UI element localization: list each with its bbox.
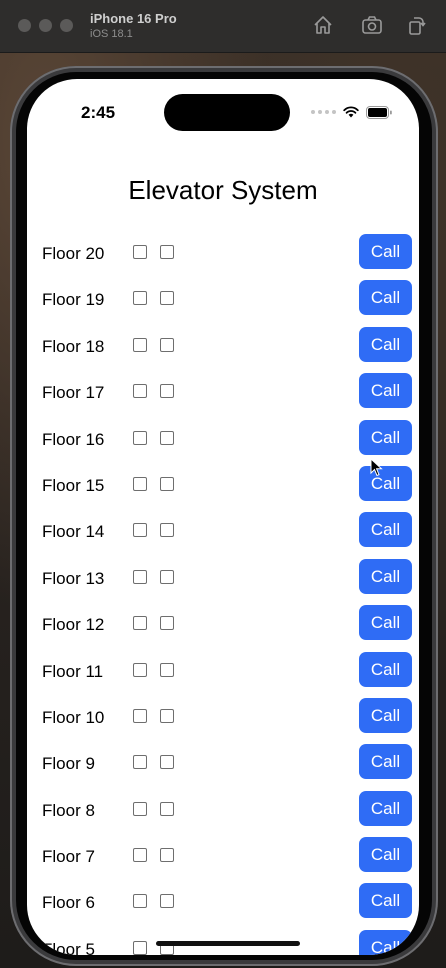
call-button[interactable]: Call (359, 373, 412, 409)
floor-checkbox-down[interactable] (160, 755, 174, 770)
call-button[interactable]: Call (359, 280, 412, 316)
floor-label: Floor 19 (42, 290, 105, 310)
call-button[interactable]: Call (359, 697, 412, 733)
floor-checkbox-down[interactable] (160, 337, 174, 352)
floor-checkbox-up[interactable] (133, 523, 147, 538)
call-button[interactable]: Call (359, 790, 412, 826)
floor-checkbox-down[interactable] (160, 476, 174, 491)
floor-checkbox-up[interactable] (133, 662, 147, 677)
floor-checkbox-up[interactable] (133, 616, 147, 631)
floor-label: Floor 10 (42, 707, 105, 727)
floor-checkbox-down[interactable] (160, 848, 174, 863)
floor-checkbox-down[interactable] (160, 662, 174, 677)
os-version: iOS 18.1 (90, 28, 133, 40)
floor-checkbox-up[interactable] (133, 291, 147, 306)
floor-checkbox-up[interactable] (133, 894, 147, 909)
call-button[interactable]: Call (359, 651, 412, 687)
window-zoom-button[interactable] (60, 19, 73, 32)
floor-checkbox-up[interactable] (133, 337, 147, 352)
floor-row: Floor 13 Call (27, 558, 419, 604)
call-button[interactable]: Call (359, 558, 412, 594)
floor-checkbox-down[interactable] (160, 894, 174, 909)
floor-row: Floor 14 Call (27, 511, 419, 557)
floor-checkbox-up[interactable] (133, 569, 147, 584)
call-button[interactable]: Call (359, 234, 412, 269)
home-icon[interactable] (312, 14, 334, 36)
floor-row: Floor 15 Call (27, 465, 419, 511)
floor-label: Floor 16 (42, 429, 105, 449)
status-icons (311, 105, 393, 119)
floor-checkbox-down[interactable] (160, 801, 174, 816)
floor-checkbox-down[interactable] (160, 616, 174, 631)
screenshot-icon[interactable] (361, 14, 383, 36)
floor-row: Floor 11 Call (27, 651, 419, 697)
floor-label: Floor 14 (42, 522, 105, 542)
floor-label: Floor 6 (42, 893, 95, 913)
wifi-icon (343, 106, 359, 118)
floor-checkbox-up[interactable] (133, 755, 147, 770)
floor-label: Floor 5 (42, 939, 95, 955)
app-screen: 2:45 Elevator System Floor 20 Call Floor 1… (27, 79, 419, 955)
floor-row: Floor 19 Call (27, 279, 419, 325)
floor-checkbox-down[interactable] (160, 245, 174, 259)
page-title: Elevator System (128, 175, 318, 205)
floor-label: Floor 12 (42, 615, 105, 635)
signal-dots-icon (311, 110, 336, 114)
window-minimize-button[interactable] (39, 19, 52, 32)
floor-checkbox-up[interactable] (133, 384, 147, 399)
floor-checkbox-up[interactable] (133, 848, 147, 863)
floor-row: Floor 7 Call (27, 836, 419, 882)
floor-checkbox-up[interactable] (133, 245, 147, 259)
floor-row: Floor 12 Call (27, 604, 419, 650)
call-button[interactable]: Call (359, 883, 412, 919)
floor-checkbox-down[interactable] (160, 384, 174, 399)
floor-checkbox-down[interactable] (160, 569, 174, 584)
call-button[interactable]: Call (359, 465, 412, 501)
window-close-button[interactable] (18, 19, 31, 32)
floor-row: Floor 8 Call (27, 790, 419, 836)
floor-label: Floor 8 (42, 800, 95, 820)
floor-checkbox-down[interactable] (160, 523, 174, 538)
floor-checkbox-up[interactable] (133, 801, 147, 816)
floor-checkbox-up[interactable] (133, 708, 147, 723)
call-button[interactable]: Call (359, 744, 412, 780)
floor-row: Floor 20 Call (27, 233, 419, 279)
call-button[interactable]: Call (359, 326, 412, 362)
floor-checkbox-up[interactable] (133, 430, 147, 445)
call-button[interactable]: Call (359, 605, 412, 641)
rotate-icon[interactable] (405, 14, 427, 36)
dynamic-island (164, 94, 290, 131)
floor-label: Floor 17 (42, 383, 105, 403)
floor-label: Floor 15 (42, 475, 105, 495)
home-indicator[interactable] (156, 941, 300, 946)
floor-label: Floor 18 (42, 336, 105, 356)
floor-label: Floor 9 (42, 754, 95, 774)
floor-checkbox-up[interactable] (133, 476, 147, 491)
floor-label: Floor 13 (42, 568, 105, 588)
floor-row: Floor 17 Call (27, 372, 419, 418)
status-time: 2:45 (81, 103, 116, 122)
call-button[interactable]: Call (359, 929, 412, 955)
floor-list: Floor 20 Call Floor 19 Call Floor 18 Call Floo… (27, 233, 419, 955)
mouse-cursor-icon (370, 458, 383, 477)
floor-label: Floor 11 (42, 661, 104, 681)
floor-label: Floor 20 (42, 244, 105, 263)
floor-row: Floor 18 Call (27, 326, 419, 372)
battery-icon (366, 105, 392, 119)
floor-checkbox-down[interactable] (160, 430, 174, 445)
floor-checkbox-down[interactable] (160, 291, 174, 306)
device-name: iPhone 16 Pro (90, 11, 177, 26)
floor-row: Floor 10 Call (27, 697, 419, 743)
call-button[interactable]: Call (359, 512, 412, 548)
simulator-titlebar: iPhone 16 Pro iOS 18.1 (0, 0, 446, 53)
floor-row: Floor 16 Call (27, 419, 419, 465)
floor-checkbox-up[interactable] (133, 940, 147, 955)
floor-row: Floor 9 Call (27, 743, 419, 789)
call-button[interactable]: Call (359, 837, 412, 873)
floor-label: Floor 7 (42, 847, 95, 867)
call-button[interactable]: Call (359, 419, 412, 455)
floor-row: Floor 6 Call (27, 882, 419, 928)
floor-checkbox-down[interactable] (160, 708, 174, 723)
